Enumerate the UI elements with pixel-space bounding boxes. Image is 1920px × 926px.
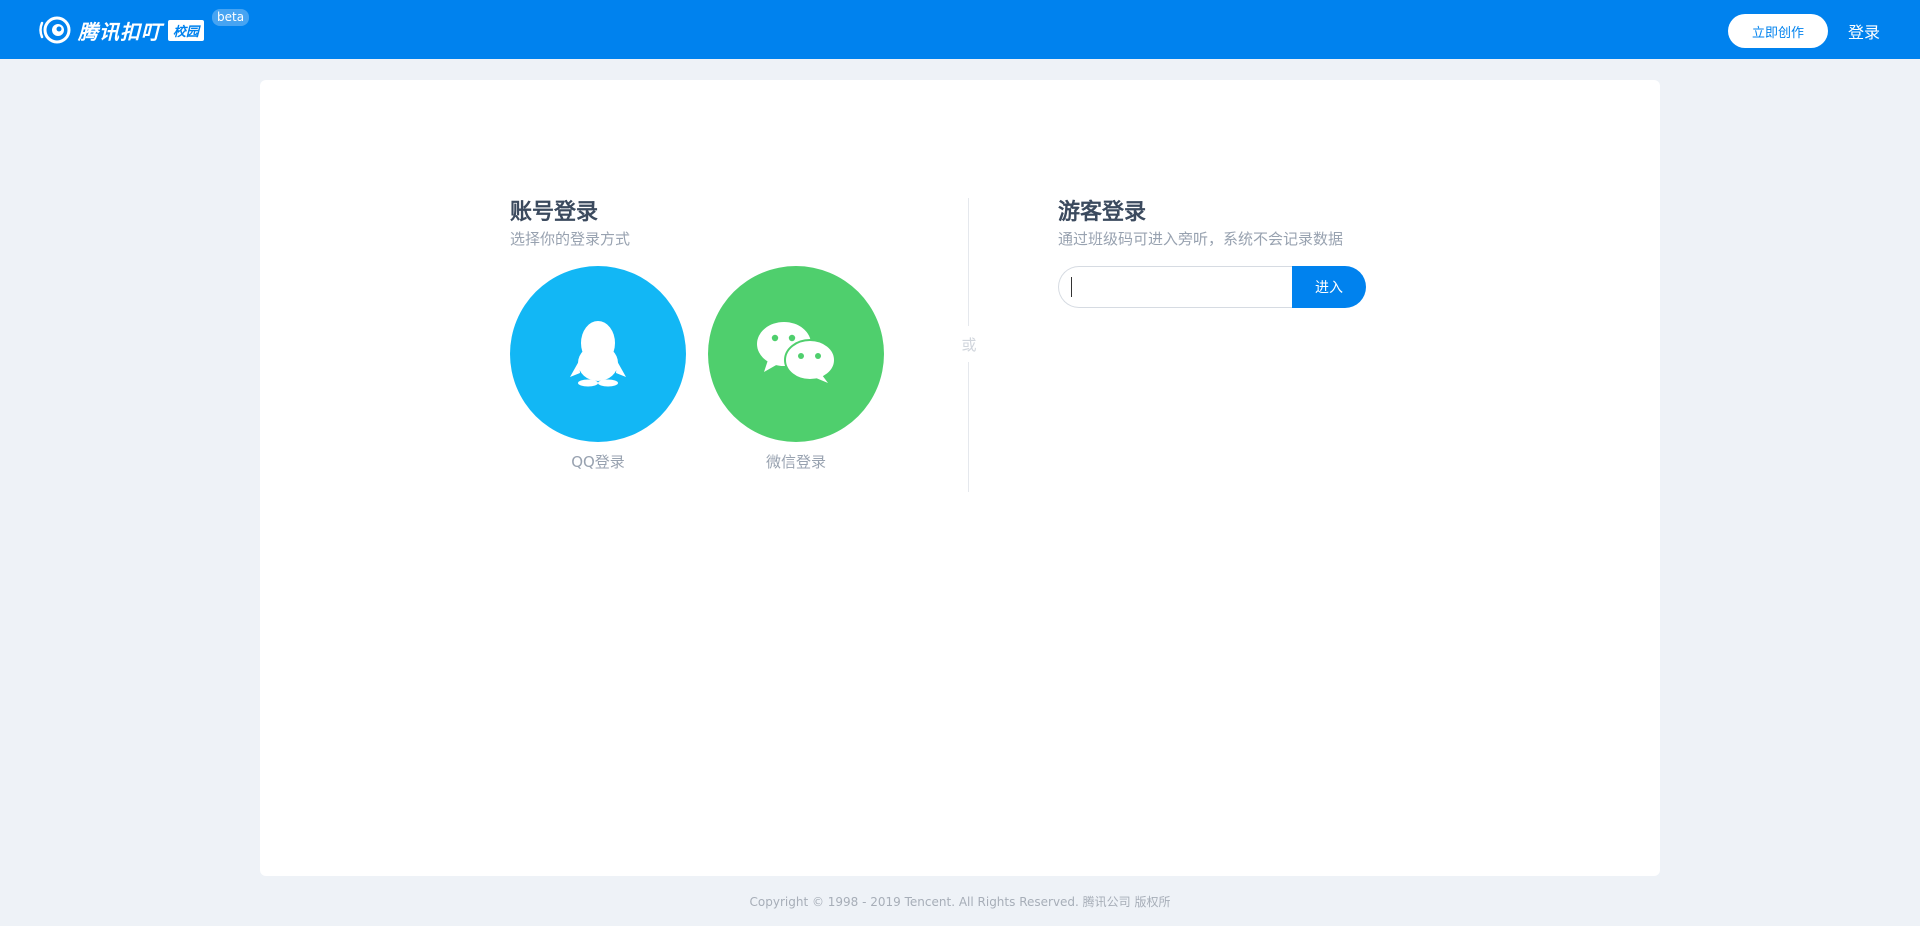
guest-login-title: 游客登录 [1058,200,1147,225]
top-header: 腾讯扣叮 校园 beta 立即创作 登录 [0,0,1920,59]
logo-text: 腾讯扣叮 [78,19,162,44]
enter-button[interactable]: 进入 [1292,266,1366,308]
header-login-link[interactable]: 登录 [1848,19,1880,43]
wechat-icon [756,320,836,388]
divider-line-bottom [968,362,969,492]
beta-badge: beta [212,9,250,26]
guest-login-subtitle: 通过班级码可进入旁听，系统不会记录数据 [1058,230,1344,248]
logo[interactable]: 腾讯扣叮 校园 [38,12,205,48]
divider-or-text: 或 [961,336,977,354]
logo-campus-tag: 校园 [168,19,205,41]
login-card: 账号登录 选择你的登录方式 QQ登录 微信登录 或 游客登录 通过班级码可进入旁… [260,80,1660,876]
divider-line-top [968,198,969,326]
footer-copyright: Copyright © 1998 - 2019 Tencent. All Rig… [749,895,1171,909]
account-login-subtitle: 选择你的登录方式 [510,230,631,248]
text-caret [1071,277,1072,297]
qq-login-label[interactable]: QQ登录 [510,451,686,472]
qq-penguin-icon [568,317,628,391]
class-code-input[interactable] [1058,266,1298,308]
qq-login-button[interactable] [510,266,686,442]
logo-eye-icon [38,14,74,46]
account-login-title: 账号登录 [510,200,599,225]
wechat-login-label[interactable]: 微信登录 [708,451,884,472]
wechat-login-button[interactable] [708,266,884,442]
create-now-button[interactable]: 立即创作 [1728,14,1828,48]
